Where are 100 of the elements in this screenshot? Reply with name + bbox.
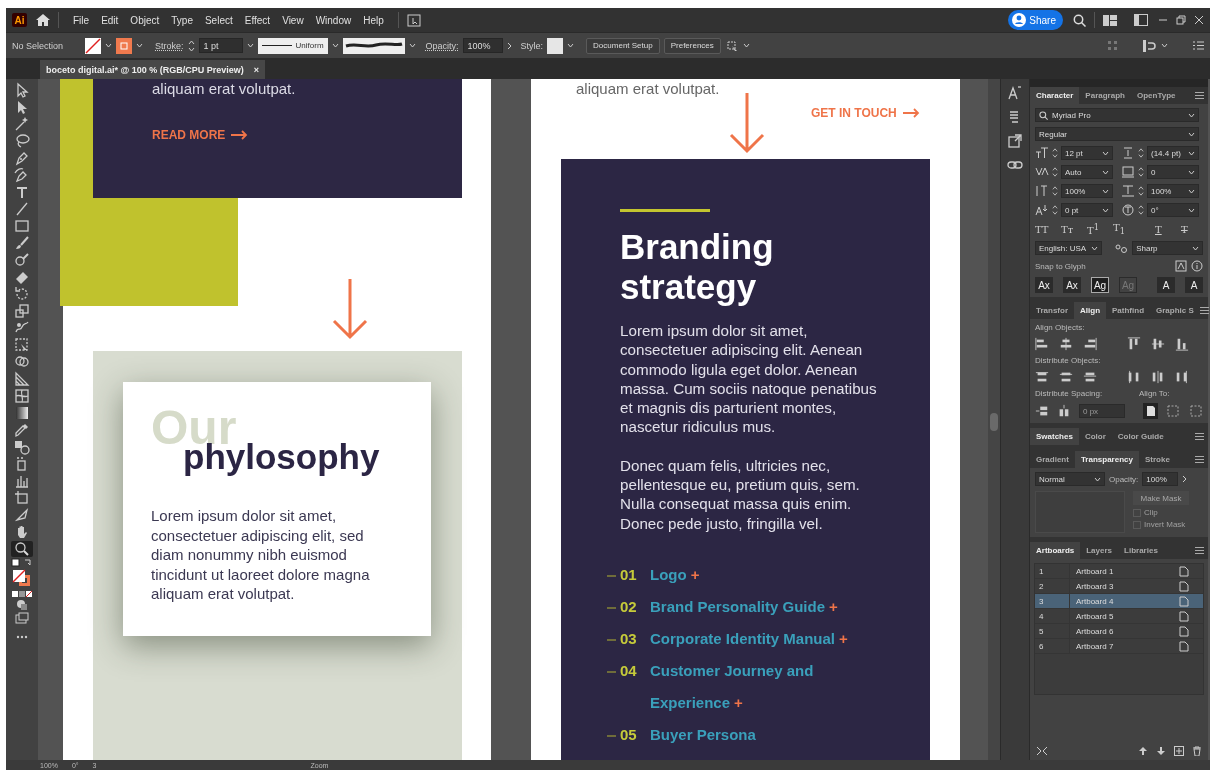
stroke-weight-field[interactable]: 1 pt — [198, 38, 243, 53]
transform-options-icon[interactable] — [724, 38, 739, 53]
caret-icon[interactable] — [742, 43, 750, 48]
type-style-button[interactable]: TT — [1035, 223, 1057, 235]
caret-icon[interactable] — [567, 43, 575, 48]
color-mode-icon[interactable] — [11, 590, 33, 598]
menu-icon[interactable] — [1199, 307, 1209, 315]
artboard-options-icon[interactable] — [1179, 595, 1189, 607]
list-icon[interactable] — [1193, 41, 1204, 50]
close-tab-button[interactable]: × — [253, 64, 260, 75]
distribute-left-icon[interactable] — [1127, 370, 1141, 385]
panel-tab[interactable]: Character — [1030, 87, 1080, 104]
blend-icon[interactable] — [14, 439, 30, 455]
distribute-middle-icon[interactable] — [1151, 370, 1165, 385]
panel-tab[interactable]: OpenType — [1130, 87, 1182, 104]
move-up-icon[interactable] — [1138, 746, 1148, 756]
bar-graph-icon[interactable] — [14, 473, 30, 489]
caret-icon[interactable] — [1188, 207, 1195, 213]
horizontal-scale-field[interactable]: 100% — [1147, 184, 1199, 198]
character-glyph-icon[interactable] — [1007, 85, 1023, 101]
more-icon[interactable] — [16, 633, 28, 641]
type-style-button[interactable]: Tт — [1061, 223, 1083, 235]
list-item-text[interactable]: Customer Journey and Experience + — [650, 655, 865, 719]
panel-tab[interactable]: Transparency — [1074, 451, 1139, 469]
artboard-options-icon[interactable] — [1179, 565, 1189, 577]
line-icon[interactable] — [14, 201, 30, 217]
stroke-none-swatch[interactable] — [85, 37, 102, 54]
artboard-row[interactable]: 1 Artboard 1 — [1035, 564, 1203, 580]
panel-tab[interactable]: Pathfind — [1106, 302, 1150, 320]
move-down-icon[interactable] — [1156, 746, 1166, 756]
menu-item[interactable]: View — [276, 14, 310, 26]
menu-icon[interactable] — [1195, 547, 1204, 555]
menu-item[interactable]: Window — [309, 14, 358, 26]
caret-icon[interactable] — [105, 43, 113, 48]
artboard-options-icon[interactable] — [1179, 580, 1189, 592]
export-icon[interactable] — [1007, 133, 1023, 149]
chevron-right-icon[interactable] — [506, 41, 513, 50]
delete-icon[interactable] — [1192, 746, 1202, 756]
spinner-icon[interactable] — [1052, 205, 1058, 215]
mesh-icon[interactable] — [14, 388, 30, 404]
free-transform-icon[interactable] — [14, 337, 30, 353]
caret-icon[interactable] — [1188, 169, 1195, 175]
eraser-icon[interactable] — [14, 269, 30, 285]
caret-icon[interactable] — [1102, 150, 1109, 156]
panel-tab[interactable]: Stroke — [1138, 451, 1176, 469]
artboard-row[interactable]: 5 Artboard 6 — [1035, 624, 1203, 640]
caret-icon[interactable] — [246, 43, 254, 48]
style-swatch[interactable] — [547, 37, 564, 54]
type-style-button[interactable]: T — [1181, 223, 1203, 235]
menu-icon[interactable] — [1195, 433, 1204, 441]
language-dropdown[interactable]: English: USA — [1035, 241, 1103, 256]
align-to-artboard-icon[interactable] — [1144, 405, 1157, 418]
baseline-shift-field[interactable]: 0 pt — [1061, 203, 1113, 217]
spinner-icon[interactable] — [1138, 205, 1144, 215]
align-center-icon[interactable] — [1059, 337, 1073, 352]
slice-icon[interactable] — [14, 507, 30, 523]
caret-icon[interactable] — [1188, 188, 1195, 194]
panel-tab[interactable]: Gradient — [1030, 451, 1075, 469]
blend-mode-dropdown[interactable]: Normal — [1035, 472, 1105, 487]
panel-tab[interactable]: Graphic S — [1150, 302, 1200, 320]
kerning-field[interactable]: Auto — [1061, 165, 1113, 179]
caret-icon[interactable] — [1188, 112, 1195, 118]
snap-button[interactable]: Ax — [1035, 277, 1053, 294]
vertical-scale-field[interactable]: 100% — [1061, 184, 1113, 198]
tracking-field[interactable]: 0 — [1147, 165, 1199, 179]
list-item-text[interactable]: Brand Personality Guide + — [650, 591, 865, 623]
read-more-link[interactable]: READ MORE — [152, 128, 249, 142]
arrange-documents-icon[interactable] — [406, 13, 421, 27]
caret-icon[interactable] — [1188, 150, 1195, 156]
artboard-options-icon[interactable] — [1179, 610, 1189, 622]
workspace-icon[interactable] — [1103, 14, 1117, 26]
brush-stroke-dropdown[interactable] — [342, 37, 405, 54]
selection-arrow-icon[interactable] — [14, 82, 30, 98]
magic-wand-icon[interactable] — [14, 116, 30, 132]
distribute-right-icon[interactable] — [1175, 370, 1189, 385]
panel-tab[interactable]: Color Guide — [1111, 428, 1170, 446]
fill-stroke-icon[interactable] — [11, 569, 33, 589]
menu-item[interactable]: File — [67, 14, 96, 26]
restore-icon[interactable] — [1176, 15, 1186, 25]
list-item-text[interactable]: Buyer Persona — [650, 719, 865, 751]
snap-button[interactable]: Ag — [1091, 277, 1109, 294]
caret-icon[interactable] — [331, 43, 339, 48]
spinner-icon[interactable] — [187, 39, 195, 52]
pen-icon[interactable] — [14, 150, 30, 166]
caret-icon[interactable] — [1102, 188, 1109, 194]
align-left-icon[interactable] — [1035, 337, 1049, 352]
align-top-icon[interactable] — [1127, 337, 1141, 352]
type-style-button[interactable]: T$_{1}$ — [1113, 222, 1135, 237]
gradient-icon[interactable] — [14, 405, 30, 421]
align-bottom-icon[interactable] — [1175, 337, 1189, 352]
menu-item[interactable]: Object — [124, 14, 166, 26]
spinner-icon[interactable] — [1052, 148, 1058, 158]
rectangle-icon[interactable] — [14, 218, 30, 234]
home-icon[interactable] — [36, 14, 50, 26]
align-options-icon[interactable] — [1143, 39, 1157, 52]
panel-tab[interactable]: Color — [1078, 428, 1112, 446]
draw-mode-icon[interactable] — [16, 599, 28, 611]
caret-icon[interactable] — [1102, 207, 1109, 213]
artboard-row[interactable]: 4 Artboard 5 — [1035, 609, 1203, 625]
new-artboard-icon[interactable] — [1174, 746, 1184, 756]
